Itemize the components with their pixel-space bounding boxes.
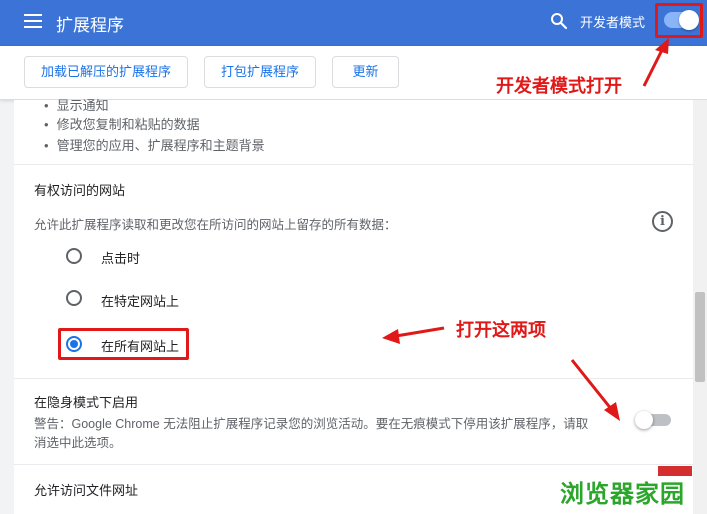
divider bbox=[14, 378, 693, 379]
extension-details-card: 显示通知 修改您复制和粘贴的数据 管理您的应用、扩展程序和主题背景 有权访问的网… bbox=[14, 98, 693, 514]
pack-extension-button[interactable]: 打包扩展程序 bbox=[204, 56, 316, 88]
annotation-dev-mode: 开发者模式打开 bbox=[496, 76, 622, 96]
top-bar: 扩展程序 开发者模式 bbox=[0, 0, 707, 46]
update-button[interactable]: 更新 bbox=[332, 56, 399, 88]
radio-on-click-label[interactable]: 点击时 bbox=[101, 248, 140, 267]
watermark-logo: 浏览器家园 bbox=[560, 481, 685, 508]
dev-mode-label: 开发者模式 bbox=[580, 15, 646, 30]
incognito-warning: 警告：Google Chrome 无法阻止扩展程序记录您的浏览活动。要在无痕模式… bbox=[34, 417, 589, 431]
annotation-open-two: 打开这两项 bbox=[456, 320, 546, 340]
site-access-title: 有权访问的网站 bbox=[34, 183, 126, 198]
incognito-title: 在隐身模式下启用 bbox=[34, 395, 139, 410]
search-icon[interactable] bbox=[549, 11, 569, 31]
divider bbox=[14, 164, 693, 165]
permission-item: 显示通知 bbox=[44, 95, 109, 114]
permission-item: 管理您的应用、扩展程序和主题背景 bbox=[44, 135, 265, 154]
load-unpacked-button[interactable]: 加载已解压的扩展程序 bbox=[24, 56, 188, 88]
dev-mode-highlight-box bbox=[655, 3, 703, 38]
site-access-description: 允许此扩展程序读取和更改您在所访问的网站上留存的所有数据： bbox=[34, 218, 397, 232]
scrollbar[interactable] bbox=[693, 100, 707, 514]
info-icon[interactable]: i bbox=[652, 211, 673, 232]
all-sites-highlight-box bbox=[58, 328, 189, 360]
page-title: 扩展程序 bbox=[56, 16, 124, 35]
file-urls-title: 允许访问文件网址 bbox=[34, 483, 139, 498]
scroll-thumb[interactable] bbox=[695, 292, 705, 382]
radio-specific-sites-label[interactable]: 在特定网站上 bbox=[101, 291, 179, 310]
divider bbox=[14, 464, 693, 465]
incognito-toggle[interactable] bbox=[635, 411, 671, 429]
radio-specific-sites[interactable] bbox=[66, 290, 82, 306]
permission-item: 修改您复制和粘贴的数据 bbox=[44, 114, 200, 133]
menu-icon[interactable] bbox=[24, 14, 42, 28]
incognito-warning-cont: 消选中此选项。 bbox=[34, 436, 122, 450]
radio-on-click[interactable] bbox=[66, 248, 82, 264]
